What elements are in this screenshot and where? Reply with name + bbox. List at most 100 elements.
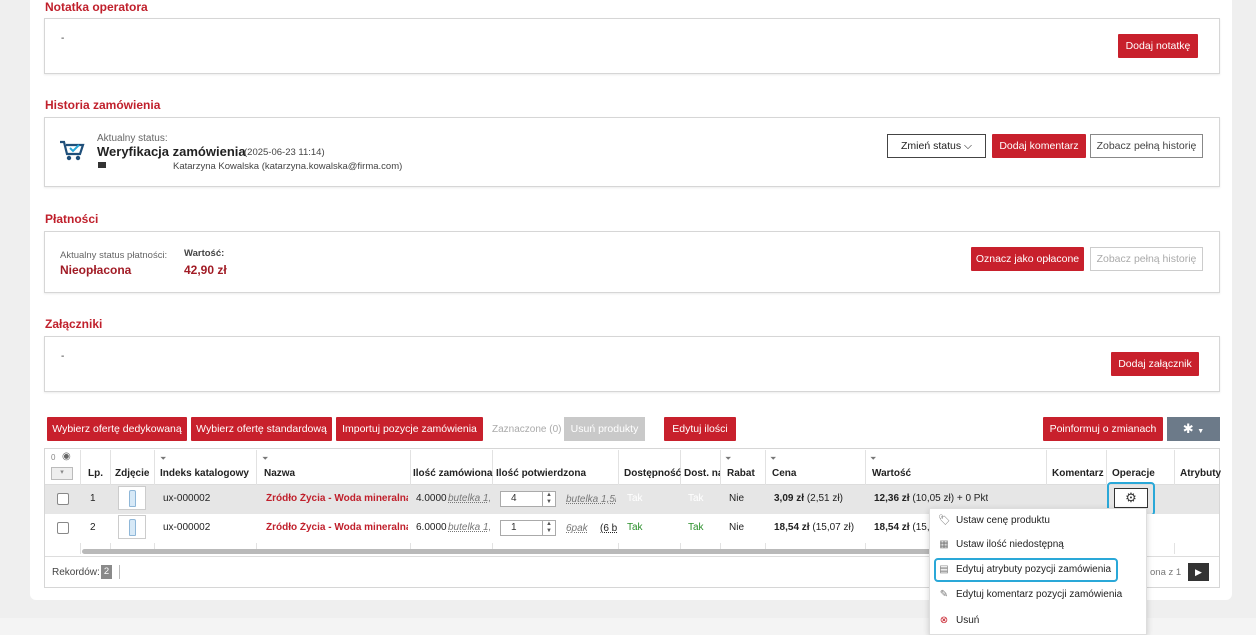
header-index[interactable]: Indeks katalogowy xyxy=(160,468,249,479)
add-note-button[interactable]: Dodaj notatkę xyxy=(1118,34,1198,58)
qty-confirmed-unit[interactable]: butelka 1,5l xyxy=(566,494,616,505)
header-operations[interactable]: Operacje xyxy=(1112,468,1155,479)
eye-icon[interactable]: ◉ xyxy=(62,451,71,462)
header-qty-confirmed[interactable]: Ilość potwierdzona xyxy=(496,468,586,479)
menu-item-edit-comment[interactable]: ✎ Edytuj komentarz pozycji zamówienia xyxy=(938,584,1122,606)
payment-history-button[interactable]: Zobacz pełną historię xyxy=(1090,247,1203,271)
boxes-icon: ▦ xyxy=(939,539,949,550)
import-items-button[interactable]: Importuj pozycje zamówienia xyxy=(336,417,483,441)
add-comment-button[interactable]: Dodaj komentarz xyxy=(992,134,1086,158)
chevron-down-icon: ⌵ xyxy=(964,140,972,152)
history-user: Katarzyna Kowalska (katarzyna.kowalska@f… xyxy=(173,161,403,172)
header-value[interactable]: Wartość xyxy=(872,468,911,479)
records-count: 2 xyxy=(101,565,112,579)
standard-offer-button[interactable]: Wybierz ofertę standardową xyxy=(191,417,332,441)
change-status-button[interactable]: Zmień status ⌵ xyxy=(887,134,986,158)
add-attachment-button[interactable]: Dodaj załącznik xyxy=(1111,352,1199,376)
notes-title: Notatka operatora xyxy=(45,0,148,14)
price-cell: 18,54 zł (15,07 zł) xyxy=(774,522,854,533)
next-page-button[interactable]: ▶ xyxy=(1188,563,1209,581)
menu-item-label: Usuń xyxy=(956,615,980,626)
header-lp[interactable]: Lp. xyxy=(88,468,103,479)
horizontal-scrollbar[interactable] xyxy=(82,549,942,554)
availability-value: Tak xyxy=(627,522,643,533)
operations-gear-button[interactable]: ⚙ xyxy=(1114,488,1148,508)
menu-item-label: Ustaw ilość niedostępną xyxy=(956,539,1064,550)
qty-confirmed-extra: (6 b xyxy=(600,523,617,534)
header-photo[interactable]: Zdjęcie xyxy=(115,468,149,479)
menu-item-delete[interactable]: ⊗ Usuń xyxy=(938,610,980,632)
payment-value: 42,90 zł xyxy=(184,263,227,277)
history-title: Historia zamówienia xyxy=(45,98,161,112)
qty-confirmed-unit[interactable]: 6pak xyxy=(566,523,588,534)
tools-dropdown-button[interactable]: ✱ ▼ xyxy=(1167,417,1220,441)
attachments-title: Załączniki xyxy=(45,317,103,331)
menu-item-set-unavailable[interactable]: ▦ Ustaw ilość niedostępną xyxy=(938,534,1064,556)
row-checkbox[interactable] xyxy=(57,493,69,505)
value-net: (10,05 zł) + 0 Pkt xyxy=(912,493,989,504)
payment-status: Nieopłacona xyxy=(60,263,132,277)
records-label: Rekordów: xyxy=(52,567,100,578)
attachments-box: - xyxy=(44,336,1220,392)
tools-icon: ✱ xyxy=(1182,421,1194,436)
notes-content: - xyxy=(61,33,65,44)
price-tag-icon: 🏷 xyxy=(938,515,951,526)
page-info: ona z 1 xyxy=(1150,567,1182,578)
column-count: 0 xyxy=(51,453,56,462)
change-status-label: Zmień status xyxy=(901,140,962,152)
notify-changes-button[interactable]: Poinformuj o zmianach xyxy=(1043,417,1163,441)
menu-item-set-price[interactable]: 🏷 Ustaw cenę produktu xyxy=(938,510,1050,532)
filter-icon[interactable]: ⏷ xyxy=(870,454,876,464)
product-thumbnail[interactable] xyxy=(118,515,146,539)
menu-item-label: Edytuj atrybuty pozycji zamówienia xyxy=(956,564,1112,575)
product-thumbnail[interactable] xyxy=(118,486,146,510)
remove-products-button[interactable]: Usuń produkty xyxy=(564,417,645,441)
pencil-icon: ✎ xyxy=(939,589,949,600)
filter-icon[interactable]: ⏷ xyxy=(160,454,166,464)
product-name-link[interactable]: Źródło Życia - Woda mineralna ja xyxy=(266,493,408,504)
dedicated-offer-button[interactable]: Wybierz ofertę dedykowaną xyxy=(47,417,187,441)
quantity-value: 1 xyxy=(511,522,517,533)
chevron-right-icon: ▶ xyxy=(1195,567,1202,577)
quantity-stepper[interactable]: 1 ▲ ▼ xyxy=(500,520,556,536)
stepper-arrows[interactable]: ▲ ▼ xyxy=(542,492,555,506)
discount-value: Nie xyxy=(729,493,745,504)
value-cell: 12,36 zł (10,05 zł) + 0 Pkt xyxy=(874,493,988,504)
mark-paid-button[interactable]: Oznacz jako opłacone xyxy=(971,247,1084,271)
qty-ordered-unit: butelka 1, xyxy=(448,493,490,504)
availability-value: Tak xyxy=(627,493,643,504)
quantity-stepper[interactable]: 4 ▲ ▼ xyxy=(500,491,556,507)
header-delivery[interactable]: Dost. na xyxy=(684,468,720,479)
history-full-button[interactable]: Zobacz pełną historię xyxy=(1090,134,1203,158)
filter-icon[interactable]: ⏷ xyxy=(770,454,776,464)
header-discount[interactable]: Rabat xyxy=(727,468,755,479)
cart-icon xyxy=(58,138,86,164)
header-price[interactable]: Cena xyxy=(772,468,796,479)
delivery-value: Tak xyxy=(688,493,704,504)
filter-icon[interactable]: ⏷ xyxy=(725,454,731,464)
stepper-arrows[interactable]: ▲ ▼ xyxy=(542,521,555,535)
bottle-icon xyxy=(129,519,136,536)
history-status: Weryfikacja zamówienia xyxy=(97,144,246,159)
filter-icon[interactable]: ⏷ xyxy=(262,454,268,464)
header-availability[interactable]: Dostępność xyxy=(624,468,681,479)
selected-count: Zaznaczone (0) xyxy=(492,424,562,435)
operations-context-menu: 🏷 Ustaw cenę produktu ▦ Ustaw ilość niedos… xyxy=(929,508,1147,635)
price-cell: 3,09 zł (2,51 zł) xyxy=(774,493,843,504)
value-gross: 12,36 zł xyxy=(874,493,910,504)
row-checkbox[interactable] xyxy=(57,522,69,534)
delivery-value: Tak xyxy=(688,522,704,533)
select-all-dropdown[interactable]: ▾ xyxy=(51,467,73,480)
header-name[interactable]: Nazwa xyxy=(264,468,295,479)
table-header xyxy=(45,449,1219,485)
history-status-label: Aktualny status: xyxy=(97,133,168,144)
menu-item-edit-attributes[interactable]: ▤ Edytuj atrybuty pozycji zamówienia xyxy=(938,559,1111,581)
product-name-link[interactable]: Źródło Życia - Woda mineralna ja xyxy=(266,522,408,533)
qty-ordered-unit: butelka 1, xyxy=(448,522,490,533)
edit-quantities-button[interactable]: Edytuj ilości xyxy=(664,417,736,441)
header-attributes[interactable]: Atrybuty xyxy=(1180,468,1221,479)
header-comment[interactable]: Komentarz xyxy=(1052,468,1104,479)
header-qty-ordered[interactable]: Ilość zamówiona xyxy=(413,468,492,479)
menu-item-label: Edytuj komentarz pozycji zamówienia xyxy=(956,589,1123,600)
price-gross: 3,09 zł xyxy=(774,493,805,504)
